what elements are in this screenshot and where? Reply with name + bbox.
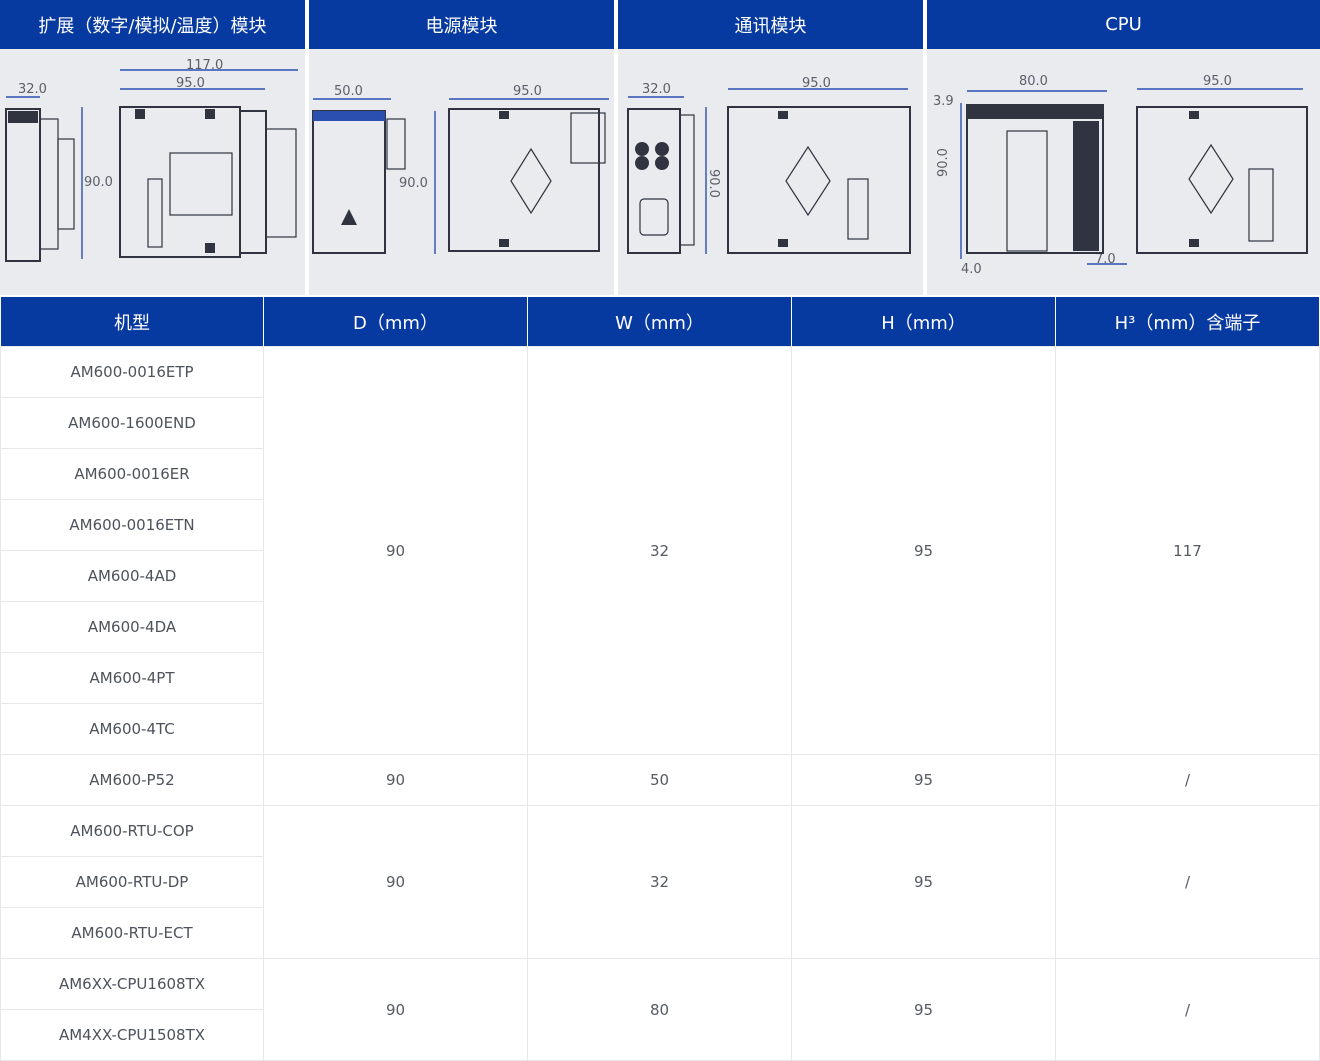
h3-cell: / bbox=[1055, 805, 1320, 959]
model-cell: AM600-P52 bbox=[0, 754, 264, 806]
dimension-lines bbox=[628, 88, 908, 254]
drawing-power-module: 50.0 95.0 90.0 bbox=[309, 49, 614, 295]
comm-module-diagram: 32.0 95.0 90.0 bbox=[627, 76, 911, 254]
power-front-view bbox=[448, 108, 606, 252]
dimension-lines bbox=[6, 69, 298, 259]
model-cell: AM600-RTU-COP bbox=[0, 805, 264, 857]
h-cell: 95 bbox=[791, 958, 1056, 1061]
module-header-cpu: CPU bbox=[927, 0, 1320, 49]
dim-label: 95.0 bbox=[802, 76, 831, 91]
model-cell: AM600-4TC bbox=[0, 703, 264, 755]
dim-label: 3.9 bbox=[933, 94, 954, 109]
h3-cell: 117 bbox=[1055, 346, 1320, 755]
model-cell: AM600-1600END bbox=[0, 397, 264, 449]
w-cell: 32 bbox=[527, 346, 792, 755]
h3-cell: / bbox=[1055, 754, 1320, 806]
warning-icon bbox=[341, 209, 357, 225]
drawing-comm-module: 32.0 95.0 90.0 bbox=[618, 49, 923, 295]
module-header-expansion: 扩展（数字/模拟/温度）模块 bbox=[0, 0, 305, 49]
dimension-table: 机型 D（mm） W（mm） H（mm） H³（mm）含端子 AM600-001… bbox=[0, 297, 1320, 1061]
dim-label: 80.0 bbox=[1019, 74, 1048, 89]
h-cell: 95 bbox=[791, 754, 1056, 806]
model-cell: AM600-0016ER bbox=[0, 448, 264, 500]
model-cell: AM600-4PT bbox=[0, 652, 264, 704]
d-cell: 90 bbox=[263, 958, 528, 1061]
cpu-module-diagram: 3.9 80.0 95.0 90.0 4.0 7.0 bbox=[933, 74, 1308, 277]
dim-label: 95.0 bbox=[1203, 74, 1232, 89]
module-header-comm: 通讯模块 bbox=[618, 0, 923, 49]
expansion-module-diagram: 32.0 117.0 95.0 90.0 bbox=[5, 58, 298, 262]
table-row: AM6XX-CPU1608TX 90 80 95 / bbox=[0, 958, 1320, 1061]
col-header-w: W（mm） bbox=[527, 297, 792, 347]
model-cell: AM600-4DA bbox=[0, 601, 264, 653]
model-cell: AM600-0016ETP bbox=[0, 346, 264, 398]
module-side-view bbox=[5, 108, 75, 262]
model-cell: AM6XX-CPU1608TX bbox=[0, 958, 264, 1010]
dim-label: 7.0 bbox=[1095, 252, 1116, 267]
dim-label: 95.0 bbox=[513, 84, 542, 99]
col-header-d: D（mm） bbox=[263, 297, 528, 347]
model-cell: AM600-RTU-DP bbox=[0, 856, 264, 908]
table-row: AM600-0016ETP 90 32 95 117 bbox=[0, 346, 1320, 755]
model-cell: AM600-0016ETN bbox=[0, 499, 264, 551]
diamond-icon bbox=[510, 147, 552, 215]
table-header-row: 机型 D（mm） W（mm） H（mm） H³（mm）含端子 bbox=[0, 297, 1320, 347]
h3-cell: / bbox=[1055, 958, 1320, 1061]
cpu-front-view bbox=[1136, 106, 1308, 254]
dim-label: 90.0 bbox=[84, 175, 113, 190]
w-cell: 80 bbox=[527, 958, 792, 1061]
d-cell: 90 bbox=[263, 754, 528, 806]
dimension-lines bbox=[313, 98, 609, 254]
dim-label: 50.0 bbox=[334, 84, 363, 99]
dim-label: 117.0 bbox=[186, 58, 223, 73]
module-header-power: 电源模块 bbox=[309, 0, 614, 49]
diamond-icon bbox=[785, 145, 831, 217]
dim-label: 4.0 bbox=[961, 262, 982, 277]
power-side-view bbox=[312, 110, 406, 254]
drawing-cpu-module: 3.9 80.0 95.0 90.0 4.0 7.0 bbox=[927, 49, 1320, 295]
comm-front-view bbox=[727, 106, 911, 254]
dim-label: 32.0 bbox=[642, 82, 671, 97]
module-front-view bbox=[119, 106, 297, 258]
dim-label: 95.0 bbox=[176, 76, 205, 91]
diamond-icon bbox=[1188, 143, 1234, 215]
model-cell: AM600-RTU-ECT bbox=[0, 907, 264, 959]
table-row: AM600-RTU-COP 90 32 95 / bbox=[0, 805, 1320, 959]
dim-label: 32.0 bbox=[18, 82, 47, 97]
dim-label: 90.0 bbox=[936, 148, 951, 177]
d-cell: 90 bbox=[263, 805, 528, 959]
model-cell: AM4XX-CPU1508TX bbox=[0, 1009, 264, 1061]
dim-label: 90.0 bbox=[399, 176, 428, 191]
spec-page: 扩展（数字/模拟/温度）模块 电源模块 通讯模块 CPU 32.0 117.0 … bbox=[0, 0, 1320, 1061]
h-cell: 95 bbox=[791, 805, 1056, 959]
h-cell: 95 bbox=[791, 346, 1056, 755]
model-cell: AM600-4AD bbox=[0, 550, 264, 602]
table-row: AM600-P52 90 50 95 / bbox=[0, 754, 1320, 806]
w-cell: 50 bbox=[527, 754, 792, 806]
w-cell: 32 bbox=[527, 805, 792, 959]
power-module-diagram: 50.0 95.0 90.0 bbox=[312, 84, 609, 254]
col-header-h: H（mm） bbox=[791, 297, 1056, 347]
comm-side-view bbox=[627, 108, 695, 254]
dim-label: 90.0 bbox=[706, 169, 721, 198]
col-header-model: 机型 bbox=[0, 297, 264, 347]
drawing-expansion-module: 32.0 117.0 95.0 90.0 bbox=[0, 49, 305, 295]
col-header-h3: H³（mm）含端子 bbox=[1055, 297, 1320, 347]
d-cell: 90 bbox=[263, 346, 528, 755]
cpu-side-view bbox=[966, 104, 1104, 254]
